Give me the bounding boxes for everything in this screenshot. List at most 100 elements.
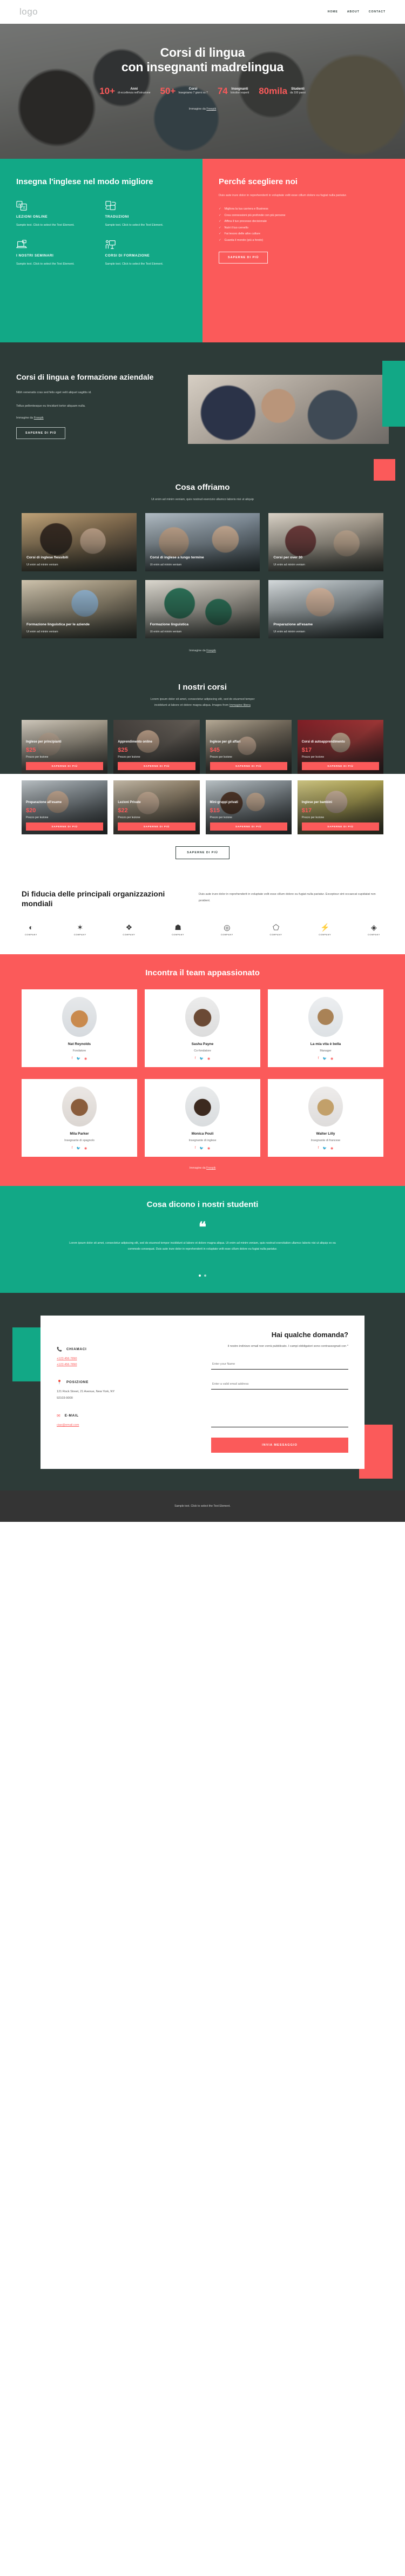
facebook-icon[interactable]: f: [195, 1147, 196, 1150]
contact-phone-label: CHIAMACI: [66, 1347, 87, 1351]
contact-location-block: 📍 POSIZIONE 121 Rock Street, 21 Avenue, N…: [57, 1380, 198, 1401]
facebook-icon[interactable]: f: [72, 1147, 73, 1150]
twitter-icon[interactable]: 🐦: [322, 1057, 326, 1061]
facebook-icon[interactable]: f: [318, 1057, 319, 1061]
contact-phone-2[interactable]: +123 456 7890: [57, 1362, 198, 1368]
instagram-icon[interactable]: ◉: [207, 1147, 210, 1150]
course-title: Preparazione all'esame: [26, 800, 62, 804]
courses-more-button[interactable]: SAPERNE DI PIÙ: [176, 846, 230, 860]
why-choose-us-cta-button[interactable]: SAPERNE DI PIÙ: [219, 251, 268, 264]
nav-item-about[interactable]: ABOUT: [347, 10, 360, 14]
credit-prefix: Immagine da: [16, 416, 34, 420]
feature-item[interactable]: TRADUZIONI Sample text. Click to select …: [105, 201, 187, 228]
nav-item-home[interactable]: HOME: [328, 10, 338, 14]
trusted-section: Di fiducia delle principali organizzazio…: [0, 875, 405, 955]
partner-logo-name: COMPANY: [367, 934, 380, 936]
team-member-name: Monica Pouli: [191, 1132, 214, 1136]
feature-title: TRADUZIONI: [105, 215, 129, 219]
credit-link[interactable]: Freepik: [34, 416, 44, 420]
carousel-dot[interactable]: [204, 1274, 206, 1277]
twitter-icon[interactable]: 🐦: [76, 1057, 80, 1061]
partner-logo: ◐ COMPANY: [25, 923, 37, 936]
team-card[interactable]: Walter Lilly Insegnante di francese f 🐦 ◉: [268, 1079, 383, 1157]
feature-item[interactable]: I NOSTRI SEMINARI Sample text. Click to …: [16, 240, 98, 267]
twitter-icon[interactable]: 🐦: [322, 1147, 326, 1150]
offer-card[interactable]: Corsi per over 30 Ut enim ad minim veniam: [268, 513, 383, 572]
contact-email-address[interactable]: ciao@email.com: [57, 1422, 198, 1428]
testimonials-section: Cosa dicono i nostri studenti ❝ Lorem ip…: [0, 1186, 405, 1305]
team-card[interactable]: Mila Parker Insegnante di spagnolo f 🐦 ◉: [22, 1079, 137, 1157]
twitter-icon[interactable]: 🐦: [199, 1147, 203, 1150]
course-price-label: Prezzo per lezione: [301, 816, 325, 820]
offer-card[interactable]: Corsi di inglese flessibili Ut enim ad mi…: [22, 513, 137, 572]
courses-subtitle-link[interactable]: Immagine libera: [230, 704, 251, 707]
team-member-role: Insegnante di spagnolo: [64, 1139, 94, 1143]
team-member-name: La mia vita è bella: [310, 1042, 341, 1047]
why-choose-us-title: Perché scegliere noi: [219, 177, 298, 186]
feature-item[interactable]: CORSI DI FORMAZIONE Sample text. Click t…: [105, 240, 187, 267]
course-card[interactable]: Inglese per gli affari $45 Prezzo per lezi…: [205, 720, 292, 774]
offer-card[interactable]: Corsi di inglese a lungo termine Ut enim …: [145, 513, 260, 572]
partner-logo-row: ◐ COMPANY ✶ COMPANY ❖ COMPANY ☗ COMPANY ◎ COM…: [22, 923, 383, 936]
check-icon: ✓: [219, 213, 221, 217]
partner-logo-icon: ◐: [29, 923, 33, 932]
partner-logo-name: COMPANY: [220, 934, 233, 936]
presenter-board-icon: [105, 240, 116, 249]
offer-card[interactable]: Formazione linguistica Ut enim ad minim v…: [145, 580, 260, 639]
name-field[interactable]: [211, 1357, 348, 1370]
facebook-icon[interactable]: f: [72, 1057, 73, 1061]
course-cta-button[interactable]: SAPERNE DI PIÙ: [210, 762, 287, 771]
corporate-paragraph-2: Tellus pellentesque eu tincidunt tortor …: [16, 404, 86, 408]
course-card[interactable]: Corsi di autoapprendimento $17 Prezzo per …: [297, 720, 383, 774]
carousel-dot[interactable]: [199, 1274, 201, 1277]
course-cta-button[interactable]: SAPERNE DI PIÙ: [118, 762, 195, 771]
feature-item[interactable]: A文 LEZIONI ONLINE Sample text. Click to …: [16, 201, 98, 228]
course-card[interactable]: Preparazione all'esame $20 Prezzo per lezi…: [22, 780, 108, 835]
team-member-role: Insegnante di inglese: [188, 1139, 217, 1143]
team-card[interactable]: La mia vita è bella Manager f 🐦 ◉: [268, 989, 383, 1068]
site-logo[interactable]: logo: [19, 6, 38, 17]
instagram-icon[interactable]: ◉: [84, 1057, 87, 1061]
instagram-icon[interactable]: ◉: [207, 1057, 210, 1061]
svg-text:A: A: [18, 203, 21, 207]
twitter-icon[interactable]: 🐦: [76, 1147, 80, 1150]
message-field[interactable]: [211, 1397, 348, 1427]
decor-teal-square: [12, 1327, 40, 1381]
email-field[interactable]: [211, 1377, 348, 1390]
course-cta-button[interactable]: SAPERNE DI PIÙ: [301, 822, 379, 831]
course-card[interactable]: Mini-gruppi privati $15 Prezzo per lezione…: [205, 780, 292, 835]
instagram-icon[interactable]: ◉: [330, 1057, 333, 1061]
team-card[interactable]: Monica Pouli Insegnante di inglese f 🐦 ◉: [145, 1079, 260, 1157]
offer-card[interactable]: Preparazione all'esame Ut enim ad minim v…: [268, 580, 383, 639]
instagram-icon[interactable]: ◉: [330, 1147, 333, 1150]
facebook-icon[interactable]: f: [195, 1057, 196, 1061]
nav-item-contact[interactable]: CONTACT: [369, 10, 386, 14]
credit-link[interactable]: Freepik: [206, 649, 216, 652]
course-cta-button[interactable]: SAPERNE DI PIÙ: [301, 762, 379, 771]
course-card[interactable]: Inglese per bambini $17 Prezzo per lezione…: [297, 780, 383, 835]
corporate-photo: [188, 375, 389, 444]
course-card[interactable]: Lezioni Private $22 Prezzo per lezione SAPE…: [113, 780, 200, 835]
contact-phone-1[interactable]: +123 456 7890: [57, 1356, 198, 1362]
features-comparison-section: Insegna l'inglese nel modo migliore A文 L…: [0, 159, 405, 342]
team-card[interactable]: Sasha Payne Co-fondatore f 🐦 ◉: [145, 989, 260, 1068]
hero-title-line2: con insegnanti madrelingua: [121, 59, 284, 74]
credit-link[interactable]: Freepik: [206, 1166, 215, 1170]
course-cta-button[interactable]: SAPERNE DI PIÙ: [118, 822, 195, 831]
course-cta-button[interactable]: SAPERNE DI PIÙ: [26, 762, 104, 771]
course-card[interactable]: Inglese per principianti $25 Prezzo per le…: [22, 720, 108, 774]
twitter-icon[interactable]: 🐦: [199, 1057, 203, 1061]
offer-card-desc: Ut enim ad minim veniam: [273, 563, 305, 567]
course-cta-button[interactable]: SAPERNE DI PIÙ: [26, 822, 104, 831]
team-card[interactable]: Nat Reynolds Fondatore f 🐦 ◉: [22, 989, 137, 1068]
facebook-icon[interactable]: f: [318, 1147, 319, 1150]
instagram-icon[interactable]: ◉: [84, 1147, 87, 1150]
course-cta-button[interactable]: SAPERNE DI PIÙ: [210, 822, 287, 831]
corporate-cta-button[interactable]: SAPERNE DI PIÙ: [16, 427, 66, 439]
credit-link[interactable]: Freepik: [206, 107, 216, 111]
stat-item: 50+ Corsi Insegniamo 7 giorni su 7: [160, 86, 207, 96]
course-card[interactable]: Apprendimento online $25 Prezzo per lezion…: [113, 720, 200, 774]
offer-card[interactable]: Formazione linguistica per le aziende Ut …: [22, 580, 137, 639]
avatar: [62, 1087, 97, 1127]
send-message-button[interactable]: INVIA MESSAGGIO: [211, 1437, 348, 1453]
